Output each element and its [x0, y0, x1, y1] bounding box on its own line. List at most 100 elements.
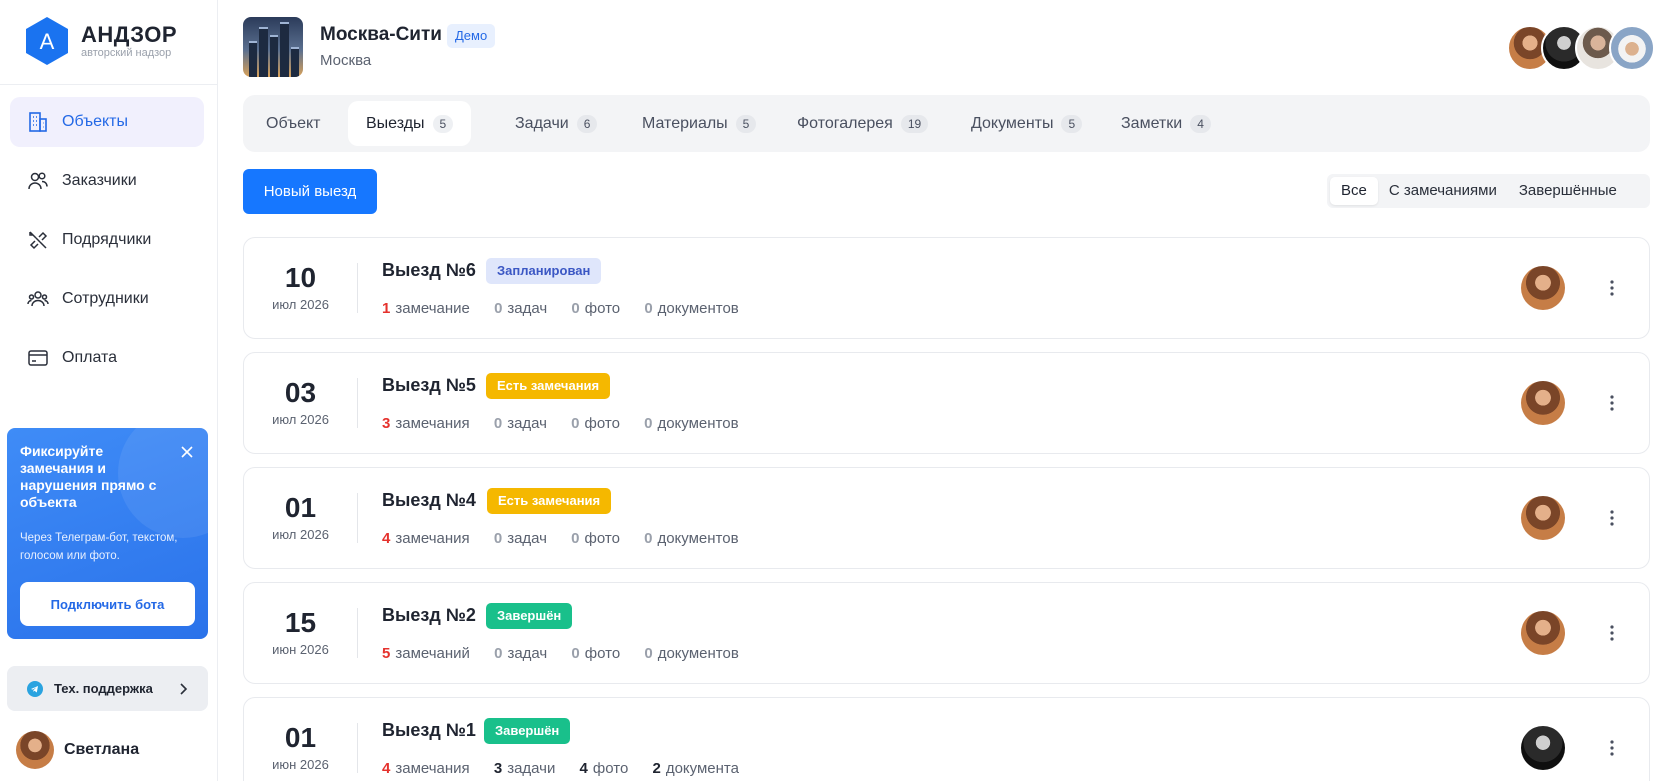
project-tabs: Объект Выезды 5 Задачи 6 Материалы 5 Фот…: [243, 95, 1650, 152]
docs-count: 2: [652, 760, 661, 777]
more-vertical-icon[interactable]: [1600, 391, 1624, 415]
support-button[interactable]: Тех. поддержка: [7, 666, 208, 711]
photos-label: фото: [584, 645, 621, 662]
promo-text: Через Телеграм-бот, текстом, голосом или…: [20, 532, 178, 562]
filter-with-remarks[interactable]: С замечаниями: [1378, 177, 1508, 205]
more-vertical-icon[interactable]: [1600, 736, 1624, 760]
visit-card[interactable]: 10 июл 2026 Выезд №6 Запланирован 1 замеч…: [243, 237, 1650, 339]
avatar: [16, 731, 54, 769]
tasks-count: 0: [494, 300, 503, 317]
photos-count: 0: [571, 300, 580, 317]
visit-card[interactable]: 15 июн 2026 Выезд №2 Завершён 5 замечаний…: [243, 582, 1650, 684]
photos-count: 0: [571, 645, 580, 662]
tools-icon: [29, 231, 48, 250]
sidebar-item-employees[interactable]: Сотрудники: [10, 274, 204, 324]
visit-card[interactable]: 03 июл 2026 Выезд №5 Есть замечания 3 зам…: [243, 352, 1650, 454]
tasks-label: задач: [507, 415, 547, 432]
divider: [357, 493, 358, 543]
team-icon: [27, 291, 49, 307]
sidebar-divider: [0, 84, 218, 85]
filter-completed[interactable]: Завершённые: [1508, 177, 1628, 205]
close-icon[interactable]: [180, 445, 194, 459]
visit-date: 03 июл 2026: [244, 353, 357, 453]
docs-label: документа: [665, 760, 739, 777]
visit-stats: 5 замечаний 0 задач 0 фото 0 документов: [382, 645, 759, 662]
divider: [357, 378, 358, 428]
divider: [357, 723, 358, 773]
visit-card[interactable]: 01 июл 2026 Выезд №4 Есть замечания 4 зам…: [243, 467, 1650, 569]
sidebar-item-label: Заказчики: [62, 172, 137, 189]
tab-count: 5: [1061, 114, 1083, 133]
tasks-count: 0: [494, 645, 503, 662]
telegram-bot-promo: Фиксируйте замечания и нарушения прямо с…: [7, 428, 208, 639]
tab-label: Документы: [971, 114, 1054, 132]
docs-count: 0: [644, 530, 653, 547]
logo-letter: A: [40, 29, 55, 54]
status-badge: Завершён: [484, 718, 571, 744]
tab-gallery[interactable]: Фотогалерея 19: [779, 101, 946, 146]
visit-title: Выезд №6: [382, 260, 476, 280]
docs-label: документов: [657, 300, 739, 317]
photos-label: фото: [584, 530, 620, 547]
sidebar-item-contractors[interactable]: Подрядчики: [10, 215, 204, 265]
visit-day: 10: [284, 262, 317, 293]
tasks-label: задачи: [507, 760, 556, 777]
visit-day: 03: [284, 377, 317, 408]
tab-object[interactable]: Объект: [248, 101, 338, 146]
card-icon: [28, 350, 48, 366]
tab-visits[interactable]: Выезды 5: [348, 101, 472, 146]
new-visit-button[interactable]: Новый выезд: [243, 169, 377, 214]
sidebar-item-customers[interactable]: Заказчики: [10, 156, 204, 206]
tab-notes[interactable]: Заметки 4: [1103, 101, 1229, 146]
remarks-label: замечания: [395, 415, 470, 432]
visit-title: Выезд №2: [382, 605, 476, 625]
photos-count: 4: [579, 760, 588, 777]
tasks-label: задач: [507, 645, 548, 662]
docs-count: 0: [644, 645, 653, 662]
status-badge: Есть замечания: [487, 488, 612, 514]
more-vertical-icon[interactable]: [1600, 276, 1624, 300]
tab-count: 6: [576, 114, 598, 133]
avatar[interactable]: [1521, 726, 1565, 770]
visit-day: 15: [284, 607, 317, 638]
status-badge: Запланирован: [486, 258, 602, 284]
sidebar-item-payment[interactable]: Оплата: [10, 333, 204, 383]
avatar[interactable]: [1521, 611, 1565, 655]
sidebar-nav: Объекты Заказчики Подрядчики Сотрудники: [10, 97, 204, 392]
remarks-label: замечаний: [395, 645, 470, 662]
photos-label: фото: [584, 300, 621, 317]
docs-label: документов: [657, 530, 739, 547]
visit-stats: 3 замечания 0 задач 0 фото 0 документов: [382, 415, 759, 432]
tab-count: 4: [1190, 114, 1211, 133]
remarks-count: 1: [382, 300, 391, 317]
docs-label: документов: [657, 415, 739, 432]
divider: [357, 608, 358, 658]
tab-documents[interactable]: Документы 5: [953, 101, 1100, 146]
visit-stats: 1 замечание 0 задач 0 фото 0 документов: [382, 300, 759, 317]
app-tagline: авторский надзор: [81, 46, 172, 59]
tab-materials[interactable]: Материалы 5: [624, 101, 774, 146]
tab-tasks[interactable]: Задачи 6: [497, 101, 615, 146]
tab-label: Объект: [266, 114, 321, 132]
app-logo[interactable]: A АНДЗОР авторский надзор: [24, 16, 177, 66]
visit-card[interactable]: 01 июн 2026 Выезд №1 Завершён 4 замечания…: [243, 697, 1650, 781]
connect-bot-button[interactable]: Подключить бота: [20, 582, 195, 626]
remarks-count: 4: [382, 530, 391, 547]
tab-label: Фотогалерея: [797, 114, 893, 132]
more-vertical-icon[interactable]: [1600, 621, 1624, 645]
avatar[interactable]: [1521, 381, 1565, 425]
sidebar-item-objects[interactable]: Объекты: [10, 97, 204, 147]
more-vertical-icon[interactable]: [1600, 506, 1624, 530]
docs-label: документов: [657, 645, 739, 662]
avatar[interactable]: [1521, 266, 1565, 310]
avatar[interactable]: [1521, 496, 1565, 540]
current-user[interactable]: Светлана: [16, 731, 139, 769]
tab-label: Задачи: [515, 114, 569, 132]
sidebar-item-label: Объекты: [62, 113, 128, 130]
filter-all[interactable]: Все: [1330, 177, 1378, 205]
promo-title: Фиксируйте замечания и нарушения прямо с…: [20, 443, 157, 510]
photos-label: фото: [592, 760, 629, 777]
visit-day: 01: [284, 722, 317, 753]
tasks-label: задач: [507, 530, 547, 547]
visit-stats: 4 замечания 3 задачи 4 фото 2 документа: [382, 760, 759, 777]
